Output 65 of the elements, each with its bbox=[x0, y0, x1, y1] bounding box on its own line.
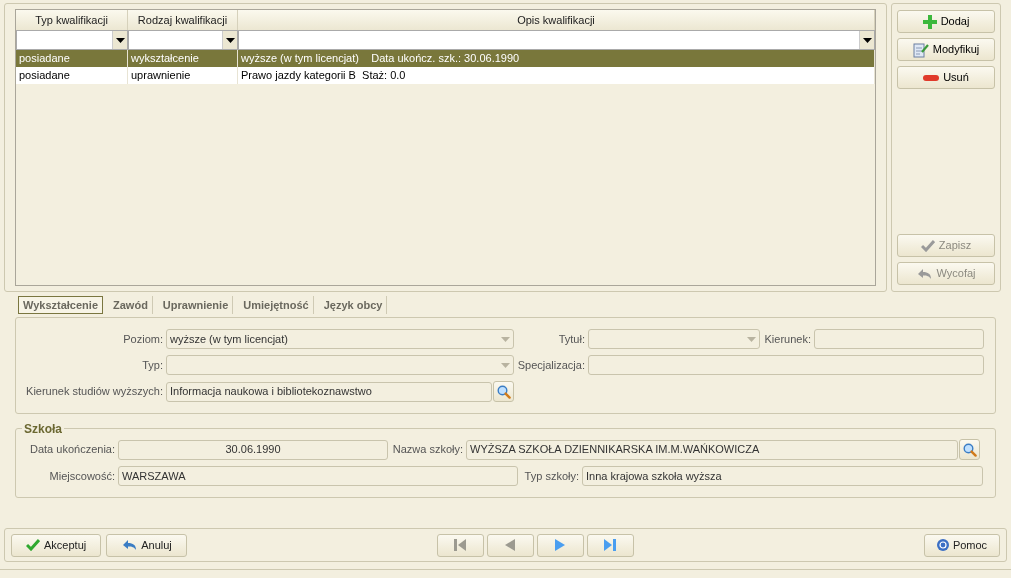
dialog-button[interactable]: Anuluj bbox=[106, 533, 187, 557]
help-button[interactable]: Pomoc bbox=[924, 533, 1000, 557]
caret-icon bbox=[225, 37, 235, 43]
table-cell: Prawo jazdy kategorii B Staż: 0.0 bbox=[238, 67, 875, 84]
tab[interactable]: Język obcy bbox=[319, 296, 388, 314]
input-field[interactable]: WYŻSZA SZKOŁA DZIENNIKARSKA IM.M.WAŃKOWICZA bbox=[466, 439, 958, 460]
caret-icon bbox=[115, 37, 125, 43]
undo-arrow-icon bbox=[121, 538, 138, 552]
checkmark-icon bbox=[26, 539, 40, 551]
tab[interactable]: Wykształcenie bbox=[18, 296, 103, 314]
field-label: Kierunek: bbox=[763, 331, 812, 347]
tab[interactable]: Zawód bbox=[109, 296, 153, 314]
field-label: Tytuł: bbox=[557, 331, 586, 347]
notepad-pencil-icon bbox=[912, 41, 929, 58]
field-label: Data ukończenia: bbox=[29, 442, 116, 458]
minus-icon bbox=[923, 74, 940, 81]
field-label: Nazwa szkoły: bbox=[391, 442, 464, 458]
column-header[interactable]: Opis kwalifikacji bbox=[238, 10, 875, 30]
skip-last-icon bbox=[604, 539, 617, 551]
caret-icon bbox=[501, 336, 510, 342]
dropdown-field[interactable]: wyższe (w tym licencjat) bbox=[166, 329, 514, 349]
input-field[interactable]: Inna krajowa szkoła wyższa bbox=[582, 466, 983, 486]
field-label: Typ: bbox=[141, 357, 164, 373]
dialog-button[interactable]: Akceptuj bbox=[11, 533, 102, 557]
navigation-button[interactable] bbox=[586, 533, 634, 557]
tab[interactable]: Uprawnienie bbox=[158, 296, 234, 314]
column-header[interactable]: Rodzaj kwalifikacji bbox=[128, 10, 238, 30]
toolbar-button[interactable]: Usuń bbox=[897, 66, 995, 89]
filter-dropdown[interactable] bbox=[16, 30, 128, 50]
caret-icon bbox=[501, 362, 510, 368]
caret-icon bbox=[747, 336, 756, 342]
input-field[interactable]: 30.06.1990 bbox=[118, 439, 388, 460]
table-cell: posiadane bbox=[16, 67, 128, 84]
caret-icon bbox=[862, 37, 872, 43]
filter-dropdown[interactable] bbox=[238, 30, 875, 50]
field-label: Miejscowość: bbox=[48, 468, 116, 484]
magnifier-icon bbox=[496, 384, 511, 399]
toolbar-button[interactable]: Dodaj bbox=[897, 10, 995, 33]
dropdown-field[interactable] bbox=[588, 329, 760, 349]
toolbar-button[interactable]: Modyfikuj bbox=[897, 38, 995, 61]
skip-first-icon bbox=[454, 539, 467, 551]
magnifier-icon bbox=[962, 442, 977, 457]
navigation-button[interactable] bbox=[536, 533, 584, 557]
checkmark-icon bbox=[920, 239, 935, 252]
dropdown-field[interactable] bbox=[166, 355, 514, 375]
input-field[interactable] bbox=[588, 355, 984, 375]
field-label: Typ szkoły: bbox=[523, 468, 580, 484]
filter-dropdown[interactable] bbox=[128, 30, 238, 50]
table-cell: uprawnienie bbox=[128, 67, 238, 84]
previous-icon bbox=[505, 539, 516, 551]
search-button[interactable] bbox=[959, 439, 980, 460]
input-field[interactable]: Informacja naukowa i bibliotekoznawstwo bbox=[166, 381, 492, 402]
search-button[interactable] bbox=[493, 381, 514, 402]
input-field[interactable]: WARSZAWA bbox=[118, 466, 518, 486]
tab[interactable]: Umiejętność bbox=[239, 296, 314, 314]
field-label: Kierunek studiów wyższych: bbox=[25, 384, 164, 400]
next-icon bbox=[555, 539, 566, 551]
field-label: Specjalizacja: bbox=[516, 357, 586, 373]
field-label: Poziom: bbox=[122, 331, 164, 347]
help-icon bbox=[936, 539, 949, 551]
column-header[interactable]: Typ kwalifikacji bbox=[16, 10, 128, 30]
table-row[interactable]: posiadane wykształcenie wyższe (w tym licencjat) Data ukończ. szk.: 30.06.1990 bbox=[16, 50, 875, 67]
input-field[interactable] bbox=[814, 329, 984, 349]
table-row[interactable]: posiadane uprawnienie Prawo jazdy kategorii B Staż: 0.0 bbox=[16, 67, 875, 84]
plus-icon bbox=[922, 14, 937, 29]
